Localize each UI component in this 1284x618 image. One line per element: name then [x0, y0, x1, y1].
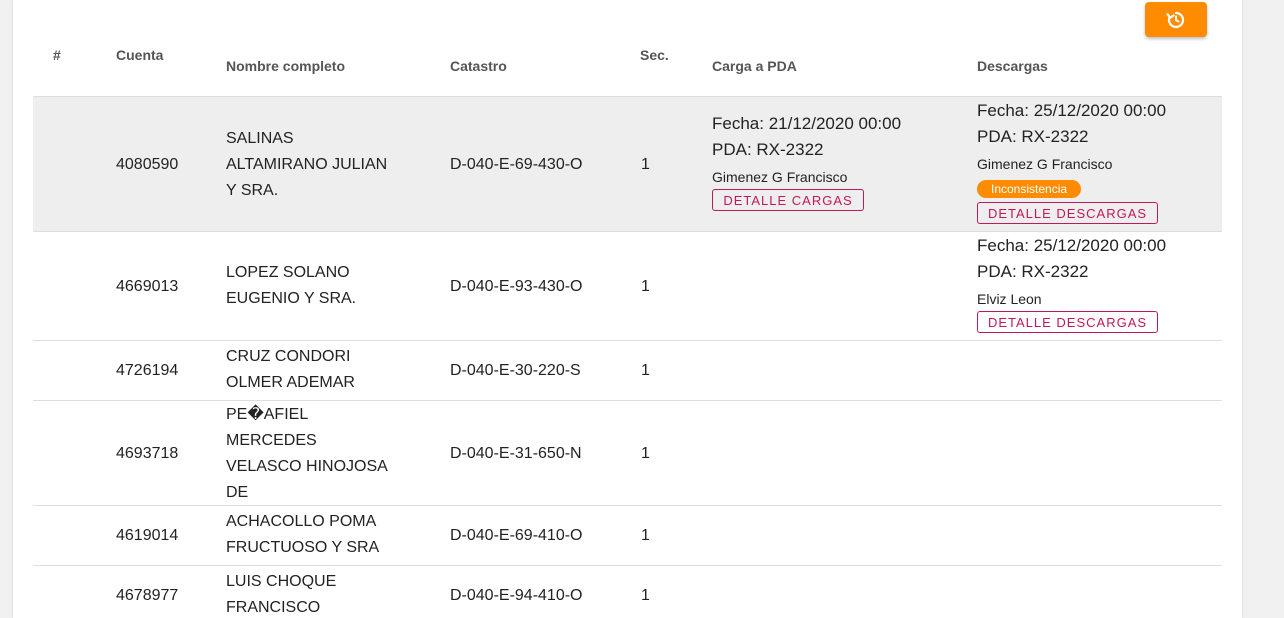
- nombre-line: LOPEZ SOLANO: [226, 264, 350, 281]
- nombre-cell: LOPEZ SOLANO EUGENIO Y SRA.: [226, 260, 416, 312]
- descarga-fecha: Fecha: 25/12/2020 00:00: [977, 236, 1167, 255]
- cuenta-cell: 4080590: [116, 156, 179, 173]
- nombre-cell: CRUZ CONDORI OLMER ADEMAR: [226, 344, 416, 396]
- sec-cell: 1: [641, 278, 650, 295]
- table-row[interactable]: 4693718 PE�AFIEL MERCEDES VELASCO HINOJO…: [33, 400, 1222, 506]
- header-sec: Sec.: [640, 47, 669, 63]
- carga-pda: PDA: RX-2322: [712, 140, 824, 159]
- nombre-line: FRANCISCO: [226, 599, 321, 616]
- carga-fecha: Fecha: 21/12/2020 00:00: [712, 114, 902, 133]
- nombre-cell: PE�AFIEL MERCEDES VELASCO HINOJOSA DE: [226, 402, 416, 506]
- sec-cell: 1: [641, 587, 650, 604]
- table-header: # Cuenta Nombre completo Catastro Sec. C…: [13, 0, 1242, 96]
- catastro-cell: D-040-E-69-430-O: [450, 156, 583, 173]
- nombre-line: LUIS CHOQUE: [226, 573, 337, 590]
- nombre-line: FRUCTUOSO Y SRA: [226, 539, 380, 556]
- descarga-user: Elviz Leon: [977, 291, 1042, 307]
- nombre-line: PE�AFIEL: [226, 406, 309, 423]
- nombre-line: VELASCO HINOJOSA: [226, 458, 388, 475]
- nombre-line: MERCEDES: [226, 432, 317, 449]
- table-row[interactable]: 4080590 SALINAS ALTAMIRANO JULIAN Y SRA.…: [33, 96, 1222, 232]
- header-carga: Carga a PDA: [712, 58, 797, 74]
- descarga-pda: PDA: RX-2322: [977, 262, 1089, 281]
- nombre-line: Y SRA.: [226, 182, 279, 199]
- nombre-cell: ACHACOLLO POMA FRUCTUOSO Y SRA: [226, 509, 416, 561]
- nombre-cell: SALINAS ALTAMIRANO JULIAN Y SRA.: [226, 126, 416, 204]
- header-num: #: [53, 47, 61, 63]
- table-row[interactable]: 4619014 ACHACOLLO POMA FRUCTUOSO Y SRA D…: [33, 505, 1222, 566]
- nombre-line: OLMER ADEMAR: [226, 374, 355, 391]
- nombre-line: DE: [226, 484, 249, 501]
- nombre-line: CRUZ CONDORI: [226, 348, 351, 365]
- cuenta-cell: 4669013: [116, 278, 179, 295]
- nombre-cell: LUIS CHOQUE FRANCISCO: [226, 569, 416, 618]
- detalle-cargas-button[interactable]: DETALLE CARGAS: [712, 189, 864, 211]
- cuenta-cell: 4619014: [116, 527, 179, 544]
- detalle-descargas-button[interactable]: DETALLE DESCARGAS: [977, 202, 1158, 224]
- nombre-line: ACHACOLLO POMA: [226, 513, 377, 530]
- sec-cell: 1: [641, 362, 650, 379]
- header-descargas: Descargas: [977, 58, 1048, 74]
- inconsistencia-badge: Inconsistencia: [977, 180, 1082, 198]
- cuenta-cell: 4678977: [116, 587, 179, 604]
- catastro-cell: D-040-E-69-410-O: [450, 527, 583, 544]
- descarga-user: Gimenez G Francisco: [977, 156, 1113, 172]
- table-row[interactable]: 4726194 CRUZ CONDORI OLMER ADEMAR D-040-…: [33, 340, 1222, 401]
- nombre-line: EUGENIO Y SRA.: [226, 290, 357, 307]
- descarga-pda: PDA: RX-2322: [977, 127, 1089, 146]
- descarga-fecha: Fecha: 25/12/2020 00:00: [977, 101, 1167, 120]
- records-card: # Cuenta Nombre completo Catastro Sec. C…: [13, 0, 1242, 618]
- carga-user: Gimenez G Francisco: [712, 169, 848, 185]
- sec-cell: 1: [641, 156, 650, 173]
- catastro-cell: D-040-E-31-650-N: [450, 445, 582, 462]
- catastro-cell: D-040-E-30-220-S: [450, 362, 581, 379]
- cuenta-cell: 4726194: [116, 362, 179, 379]
- sec-cell: 1: [641, 527, 650, 544]
- header-nombre: Nombre completo: [226, 58, 346, 74]
- cuenta-cell: 4693718: [116, 445, 179, 462]
- catastro-cell: D-040-E-94-410-O: [450, 587, 583, 604]
- nombre-line: ALTAMIRANO JULIAN: [226, 156, 388, 173]
- table-row[interactable]: 4669013 LOPEZ SOLANO EUGENIO Y SRA. D-04…: [33, 231, 1222, 341]
- detalle-descargas-button[interactable]: DETALLE DESCARGAS: [977, 311, 1158, 333]
- table-row[interactable]: 4678977 LUIS CHOQUE FRANCISCO D-040-E-94…: [33, 565, 1222, 618]
- catastro-cell: D-040-E-93-430-O: [450, 278, 583, 295]
- header-catastro: Catastro: [450, 58, 507, 74]
- header-cuenta: Cuenta: [116, 47, 164, 63]
- sec-cell: 1: [641, 445, 650, 462]
- nombre-line: SALINAS: [226, 130, 294, 147]
